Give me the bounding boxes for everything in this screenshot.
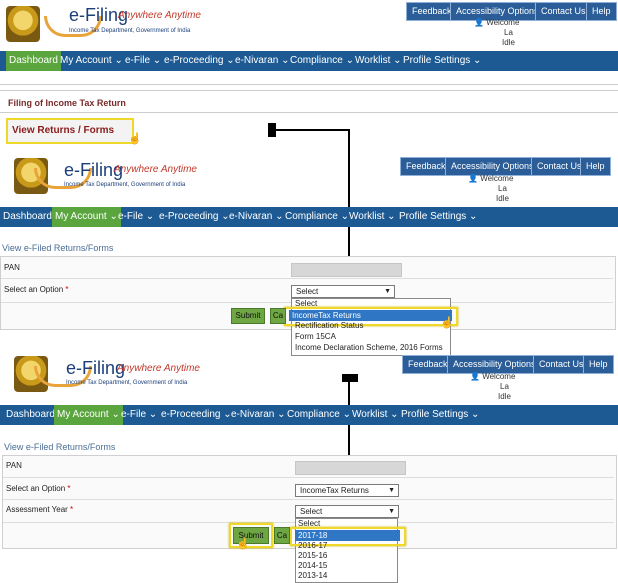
nav-dashboard[interactable]: Dashboard [6, 51, 61, 71]
welcome-status: Idle [498, 392, 511, 401]
dropdown-option[interactable]: 2015-16 [298, 551, 327, 560]
nav-worklist[interactable]: Worklist ⌄ [349, 405, 402, 425]
welcome-text: Welcome [482, 372, 516, 381]
nav-worklist[interactable]: Worklist ⌄ [352, 51, 405, 71]
nav-my-account[interactable]: My Account ⌄ [54, 405, 123, 425]
nav-e-nivaran[interactable]: e-Nivaran ⌄ [232, 51, 293, 71]
divider [0, 90, 618, 91]
brand-subtitle: Income Tax Department, Government of Ind… [64, 182, 186, 188]
welcome-name: La [500, 382, 509, 391]
divider [3, 477, 614, 478]
option-select[interactable]: Select ▼ [291, 285, 395, 298]
hand-cursor-icon: ☝ [236, 538, 250, 550]
nav-compliance[interactable]: Compliance ⌄ [287, 51, 357, 71]
user-icon: 👤 [474, 18, 484, 27]
pan-value-masked [295, 461, 406, 475]
section-title: View e-Filed Returns/Forms [4, 442, 116, 452]
feedback-button[interactable]: Feedback [402, 355, 454, 374]
brand-tagline: Anywhere Anytime [118, 10, 201, 21]
connector-start-marker [342, 374, 358, 382]
chevron-down-icon: ▼ [388, 487, 395, 494]
welcome-block: 👤 Welcome La Idle [468, 174, 528, 204]
dropdown-option[interactable]: 2016-17 [298, 541, 327, 550]
section-title: View e-Filed Returns/Forms [2, 243, 114, 253]
view-returns-link[interactable]: View Returns / Forms [6, 118, 134, 144]
option-select[interactable]: IncomeTax Returns ▼ [295, 484, 399, 497]
brand-tagline: Anywhere Anytime [114, 164, 197, 175]
dropdown-option[interactable]: 2013-14 [298, 571, 327, 580]
nav-dashboard[interactable]: Dashboard [3, 405, 58, 425]
chevron-down-icon: ▼ [384, 288, 391, 295]
hand-cursor-icon: ☝ [440, 317, 454, 329]
welcome-status: Idle [502, 38, 515, 47]
connector-start-marker [268, 123, 276, 137]
nav-compliance[interactable]: Compliance ⌄ [284, 405, 354, 425]
welcome-text: Welcome [480, 174, 514, 183]
nav-worklist[interactable]: Worklist ⌄ [346, 207, 399, 227]
connector-line [276, 129, 349, 131]
brand-subtitle: Income Tax Department, Government of Ind… [66, 380, 188, 386]
dropdown-option[interactable]: Rectification Status [295, 321, 363, 330]
user-icon: 👤 [468, 174, 478, 183]
main-nav: Dashboard My Account ⌄ e-File ⌄ e-Procee… [0, 405, 618, 425]
dropdown-option[interactable]: 2014-15 [298, 561, 327, 570]
nav-e-file[interactable]: e-File ⌄ [118, 405, 160, 425]
nav-compliance[interactable]: Compliance ⌄ [282, 207, 352, 227]
nav-e-proceeding[interactable]: e-Proceeding ⌄ [161, 51, 238, 71]
brand-tagline: Anywhere Anytime [117, 363, 200, 374]
nav-e-file[interactable]: e-File ⌄ [115, 207, 157, 227]
user-icon: 👤 [470, 372, 480, 381]
hand-cursor-icon: ☝ [128, 133, 142, 145]
divider [0, 84, 618, 85]
nav-e-proceeding[interactable]: e-Proceeding ⌄ [156, 207, 233, 227]
nav-e-proceeding[interactable]: e-Proceeding ⌄ [158, 405, 235, 425]
nav-profile-settings[interactable]: Profile Settings ⌄ [398, 405, 482, 425]
option-label: Select an Option * [6, 484, 71, 493]
help-button[interactable]: Help [586, 2, 617, 21]
main-nav: Dashboard My Account ⌄ e-File ⌄ e-Procee… [0, 51, 618, 71]
divider [0, 112, 618, 113]
feedback-button[interactable]: Feedback [400, 157, 452, 176]
dropdown-option[interactable]: Income Declaration Scheme, 2016 Forms [295, 343, 443, 352]
pan-label: PAN [4, 263, 20, 272]
cancel-button[interactable]: Ca [270, 308, 286, 324]
divider [3, 499, 614, 500]
brand-subtitle: Income Tax Department, Government of Ind… [69, 28, 191, 34]
nav-profile-settings[interactable]: Profile Settings ⌄ [396, 207, 480, 227]
nav-dashboard[interactable]: Dashboard [0, 207, 55, 227]
dropdown-option[interactable]: Form 15CA [295, 332, 336, 341]
welcome-block: 👤 Welcome La Idle [470, 372, 530, 402]
nav-e-nivaran[interactable]: e-Nivaran ⌄ [226, 207, 287, 227]
emblem-icon [6, 6, 40, 42]
nav-profile-settings[interactable]: Profile Settings ⌄ [400, 51, 484, 71]
welcome-status: Idle [496, 194, 509, 203]
contact-us-button[interactable]: Contact Us [533, 355, 590, 374]
main-nav: Dashboard My Account ⌄ e-File ⌄ e-Procee… [0, 207, 618, 227]
assessment-year-select[interactable]: Select ▼ [295, 505, 399, 518]
welcome-block: 👤 Welcome La Idle [474, 18, 534, 48]
submit-button[interactable]: Submit [231, 308, 265, 324]
nav-e-file[interactable]: e-File ⌄ [122, 51, 164, 71]
breadcrumb: Filing of Income Tax Return [8, 98, 126, 108]
chevron-down-icon: ▼ [388, 508, 395, 515]
cancel-button[interactable]: Ca [274, 527, 290, 544]
pan-label: PAN [6, 461, 22, 470]
nav-my-account[interactable]: My Account ⌄ [52, 207, 121, 227]
option-label: Select an Option * [4, 285, 69, 294]
welcome-name: La [504, 28, 513, 37]
welcome-name: La [498, 184, 507, 193]
contact-us-button[interactable]: Contact Us [535, 2, 592, 21]
help-button[interactable]: Help [583, 355, 614, 374]
welcome-text: Welcome [486, 18, 520, 27]
nav-my-account[interactable]: My Account ⌄ [57, 51, 126, 71]
assessment-year-label: Assessment Year * [6, 505, 74, 514]
help-button[interactable]: Help [580, 157, 611, 176]
pan-value-masked [291, 263, 402, 277]
divider [1, 278, 613, 279]
nav-e-nivaran[interactable]: e-Nivaran ⌄ [228, 405, 289, 425]
